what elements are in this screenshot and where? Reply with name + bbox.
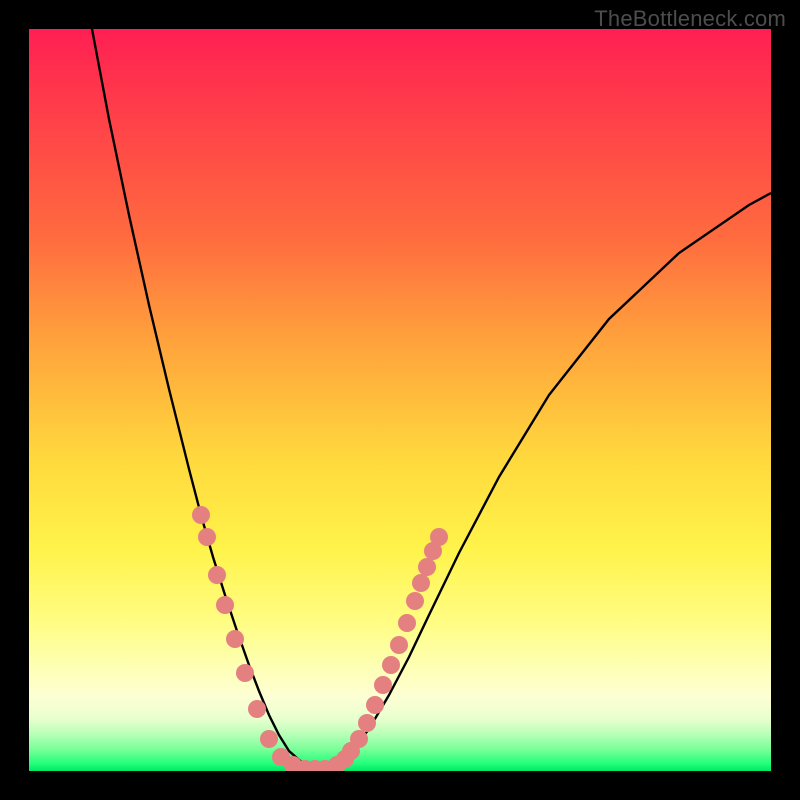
chart-svg — [29, 29, 771, 771]
marker-dot — [406, 592, 424, 610]
chart-frame: TheBottleneck.com — [0, 0, 800, 800]
marker-dot — [260, 730, 278, 748]
marker-dot — [398, 614, 416, 632]
marker-dot — [192, 506, 210, 524]
watermark-text: TheBottleneck.com — [594, 6, 786, 32]
marker-dot — [382, 656, 400, 674]
v-curve — [92, 29, 771, 769]
marker-dot — [236, 664, 254, 682]
marker-dot — [226, 630, 244, 648]
marker-dot — [350, 730, 368, 748]
marker-dot — [412, 574, 430, 592]
marker-dot — [198, 528, 216, 546]
marker-dot — [208, 566, 226, 584]
marker-dot — [358, 714, 376, 732]
marker-dot — [418, 558, 436, 576]
marker-dot — [374, 676, 392, 694]
marker-dot — [216, 596, 234, 614]
marker-dot — [366, 696, 384, 714]
marker-dot — [248, 700, 266, 718]
plot-area — [29, 29, 771, 771]
highlight-dots — [192, 506, 448, 771]
marker-dot — [430, 528, 448, 546]
marker-dot — [390, 636, 408, 654]
